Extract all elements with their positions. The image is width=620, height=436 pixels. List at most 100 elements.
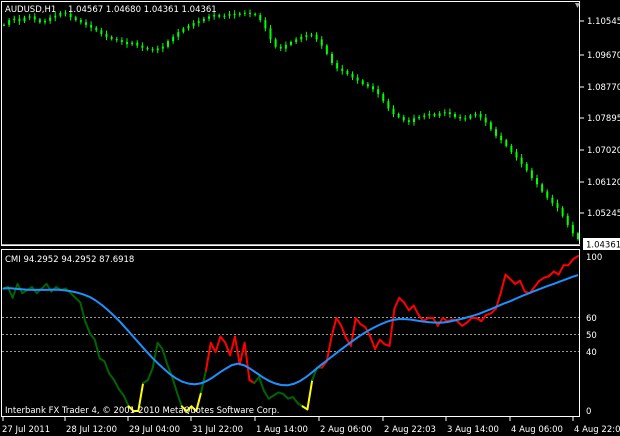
- candle-body: [300, 36, 303, 40]
- candle-body: [566, 215, 569, 225]
- candle-body: [459, 116, 462, 119]
- candle-body: [402, 116, 405, 121]
- level-label-100: 100: [586, 253, 602, 263]
- time-label: 2 Aug 22:03: [384, 425, 436, 435]
- candle-body: [100, 30, 103, 34]
- candle-body: [136, 42, 139, 46]
- candle-body: [156, 48, 159, 51]
- candle-body: [259, 15, 262, 21]
- candle-body: [13, 18, 16, 21]
- candle-body: [228, 13, 231, 16]
- candle-body: [505, 140, 508, 147]
- candle-body: [495, 129, 497, 136]
- time-label: 4 Aug 06:00: [511, 425, 563, 435]
- price-tick-label: 1.09670: [587, 51, 620, 61]
- candle-body: [284, 44, 287, 49]
- candle-body: [315, 34, 318, 40]
- candle-body: [28, 16, 31, 18]
- candle-body: [382, 93, 385, 102]
- candle-body: [18, 18, 21, 22]
- candle-body: [305, 35, 308, 37]
- candle-body: [105, 33, 108, 37]
- candle-body: [167, 41, 169, 47]
- candle-body: [341, 68, 344, 72]
- candle-body: [197, 21, 200, 24]
- candle-body: [44, 20, 46, 23]
- candle-body: [372, 86, 374, 90]
- candle-body: [202, 18, 205, 22]
- copyright-text: Interbank FX Trader 4, © 2001-2010 MetaQ…: [5, 406, 279, 416]
- candle-body: [423, 115, 426, 117]
- candle-body: [95, 27, 98, 31]
- candle-body: [525, 163, 528, 171]
- price-tick-label: 1.08770: [587, 83, 620, 93]
- candle-body: [233, 13, 236, 16]
- current-price-label: 1.04361: [586, 241, 620, 251]
- candle-body: [474, 113, 477, 116]
- time-label: 27 Jul 2011: [2, 425, 50, 435]
- candle-body: [438, 113, 441, 116]
- candle-body: [489, 122, 492, 130]
- candle-body: [397, 113, 400, 117]
- candle-body: [336, 63, 339, 69]
- candle-body: [218, 15, 221, 17]
- candle-body: [187, 25, 190, 29]
- candle-body: [74, 17, 77, 21]
- candle-body: [64, 12, 67, 14]
- candle-body: [38, 19, 41, 23]
- candle-body: [90, 24, 93, 28]
- candle-body: [85, 22, 87, 25]
- time-label: 1 Aug 14:00: [256, 425, 308, 435]
- candle-body: [551, 197, 554, 204]
- candle-body: [320, 39, 323, 46]
- candle-body: [192, 23, 195, 26]
- candle-body: [115, 39, 118, 41]
- candle-body: [331, 53, 333, 64]
- candle-body: [515, 151, 518, 158]
- candle-body: [571, 224, 574, 234]
- candle-body: [500, 135, 503, 141]
- candle-body: [556, 203, 559, 208]
- candle-body: [177, 32, 180, 37]
- candle-body: [377, 89, 380, 94]
- candle-body: [264, 20, 267, 29]
- candle-body: [172, 36, 175, 42]
- candle-body: [443, 112, 446, 114]
- candle-body: [295, 39, 298, 42]
- candle-body: [413, 118, 415, 122]
- candle-body: [238, 13, 241, 16]
- symbol-title: AUDUSD,H1: [5, 5, 56, 15]
- candle-body: [8, 20, 11, 25]
- time-label: 3 Aug 14:00: [447, 425, 499, 435]
- candle-body: [243, 12, 246, 14]
- candle-body: [310, 34, 313, 36]
- candle-body: [254, 13, 257, 16]
- candle-body: [3, 24, 5, 26]
- candle-body: [541, 184, 544, 192]
- candle-body: [433, 113, 436, 116]
- candle-body: [351, 73, 354, 78]
- price-tick-label: 1.07020: [587, 146, 620, 156]
- level-label-40: 40: [586, 348, 597, 358]
- candle-body: [33, 16, 36, 20]
- candle-body: [366, 84, 369, 87]
- candle-body: [484, 117, 487, 123]
- candle-body: [274, 39, 277, 47]
- candle-body: [223, 15, 226, 17]
- candle-body: [208, 16, 210, 19]
- candle-body: [530, 170, 533, 179]
- candle-body: [213, 15, 216, 17]
- candle-body: [161, 46, 164, 49]
- candle-body: [290, 41, 292, 45]
- candle-body: [54, 15, 57, 18]
- ohlc-readout: 1.04567 1.04680 1.04361 1.04361: [68, 5, 217, 15]
- candle-body: [79, 20, 82, 23]
- metatrader-chart[interactable]: 1.10545 1.09670 1.08770 1.07895 1.07020 …: [0, 0, 620, 436]
- level-label-60: 60: [586, 314, 597, 324]
- candle-body: [546, 191, 549, 198]
- candle-body: [561, 207, 564, 216]
- candle-body: [23, 17, 26, 22]
- chart-background: [0, 0, 620, 436]
- time-label: 31 Jul 22:00: [192, 425, 243, 435]
- candle-body: [454, 113, 456, 117]
